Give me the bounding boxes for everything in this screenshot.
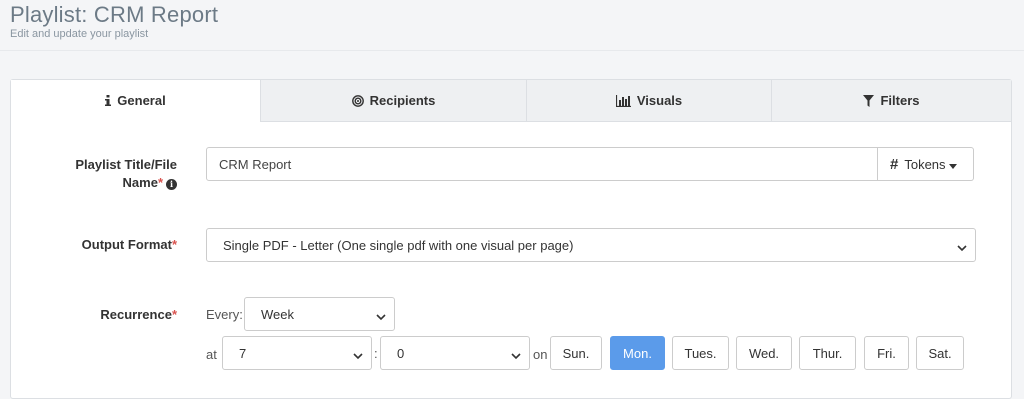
day-button-thur[interactable]: Thur.	[799, 336, 856, 370]
tokens-label: Tokens	[904, 156, 946, 172]
day-button-mon[interactable]: Mon.	[610, 336, 665, 370]
required-marker: *	[171, 307, 177, 322]
day-button-wed[interactable]: Wed.	[736, 336, 792, 370]
output-format-value: Single PDF - Letter (One single pdf with…	[223, 237, 574, 253]
tab-recipients-label: Recipients	[369, 93, 436, 108]
required-marker: *	[171, 237, 177, 252]
info-tooltip-icon[interactable]: i	[166, 178, 177, 190]
page-subtitle: Edit and update your playlist	[10, 28, 149, 40]
tab-recipients[interactable]: Recipients	[260, 80, 526, 122]
chevron-down-icon	[511, 348, 521, 363]
chevron-down-icon	[957, 240, 967, 255]
day-button-sat[interactable]: Sat.	[916, 336, 964, 370]
every-period-select[interactable]: Week	[244, 297, 395, 331]
chevron-down-icon	[353, 348, 363, 363]
minute-value: 0	[397, 345, 405, 361]
title-label-line2: Name	[122, 175, 158, 190]
tokens-dropdown-button[interactable]: # Tokens	[878, 147, 974, 181]
recurrence-text: Recurrence	[100, 307, 172, 322]
minute-select[interactable]: 0	[380, 336, 530, 370]
day-button-tues[interactable]: Tues.	[672, 336, 729, 370]
chevron-down-icon	[376, 309, 386, 324]
hour-value: 7	[239, 345, 247, 361]
playlist-title-input[interactable]: CRM Report	[206, 147, 878, 181]
bar-chart-icon	[615, 94, 631, 107]
tab-general[interactable]: General	[11, 80, 260, 122]
hash-icon: #	[890, 155, 899, 173]
tab-visuals-label: Visuals	[636, 93, 683, 108]
recurrence-label: Recurrence*	[51, 307, 177, 322]
tab-bar: General Recipients Visuals Filters	[11, 80, 1011, 122]
every-label: Every:	[206, 307, 243, 322]
output-format-label: Output Format*	[51, 237, 177, 252]
target-icon	[351, 94, 364, 107]
page-title: Playlist: CRM Report	[10, 2, 219, 27]
required-marker: *	[157, 175, 163, 190]
output-format-text: Output Format	[81, 237, 172, 252]
tab-filters-label: Filters	[880, 93, 920, 108]
tab-general-label: General	[117, 93, 166, 108]
hour-select[interactable]: 7	[222, 336, 372, 370]
title-field-label: Playlist Title/File Name* i	[51, 156, 177, 192]
every-period-value: Week	[261, 306, 294, 322]
title-label-line1: Playlist Title/File	[75, 157, 177, 172]
info-icon	[105, 95, 112, 106]
time-separator: :	[374, 346, 378, 361]
filter-icon	[863, 94, 875, 107]
tab-visuals[interactable]: Visuals	[526, 80, 771, 122]
tab-filters[interactable]: Filters	[771, 80, 1011, 122]
playlist-form-card: General Recipients Visuals Filters Playl…	[10, 79, 1012, 399]
day-button-fri[interactable]: Fri.	[864, 336, 909, 370]
caret-down-icon	[948, 157, 957, 172]
on-label: on	[533, 347, 548, 362]
header-divider	[0, 50, 1024, 51]
at-label: at	[206, 347, 217, 362]
day-button-sun[interactable]: Sun.	[550, 336, 602, 370]
output-format-select[interactable]: Single PDF - Letter (One single pdf with…	[206, 228, 976, 262]
